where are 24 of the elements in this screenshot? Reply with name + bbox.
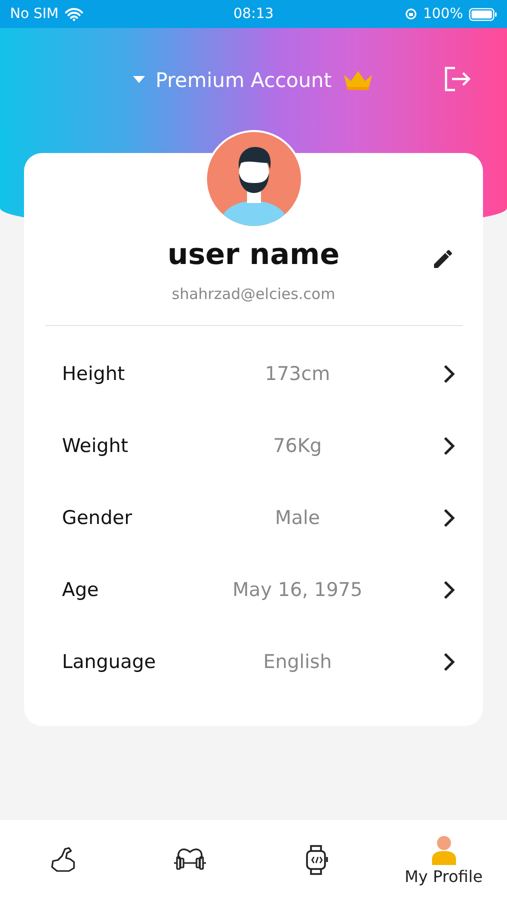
chevron-right-icon [443, 508, 455, 528]
profile-field-row[interactable]: Language English [24, 626, 483, 698]
profile-field-row[interactable]: Gender Male [24, 482, 483, 554]
wifi-icon [64, 8, 83, 20]
chevron-right-icon [443, 580, 455, 600]
chevron-right-icon [443, 364, 455, 384]
chevron-right-icon [443, 436, 455, 456]
email-text: shahrzad@elcies.com [172, 285, 336, 303]
profile-field-row[interactable]: Age May 16, 1975 [24, 554, 483, 626]
battery-icon [469, 8, 497, 20]
smartwatch-icon [304, 844, 330, 876]
chevron-right-icon [443, 652, 455, 672]
user-name: user name [167, 237, 340, 271]
rotation-lock-icon [404, 8, 417, 20]
dropdown-icon [133, 76, 146, 84]
carrier-text: No SIM [10, 6, 59, 22]
crown-icon [342, 69, 374, 91]
person-icon [430, 834, 458, 864]
battery-text: 100% [422, 6, 463, 22]
profile-field-row[interactable]: Weight 76Kg [24, 410, 483, 482]
edit-icon[interactable] [431, 247, 455, 271]
time-text: 08:13 [233, 6, 274, 22]
profile-field-row[interactable]: Height 173cm [24, 338, 483, 410]
logout-icon[interactable] [443, 66, 471, 92]
